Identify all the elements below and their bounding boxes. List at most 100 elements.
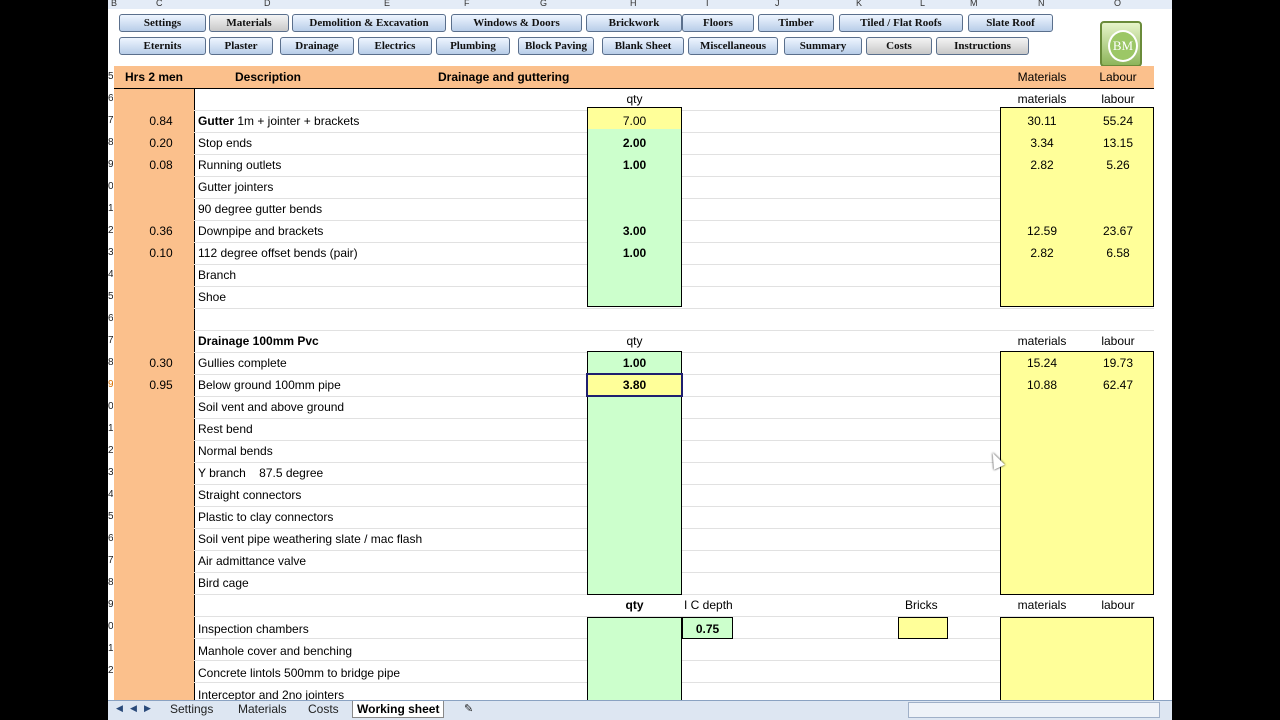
row-number[interactable]: 4 bbox=[108, 264, 113, 286]
row-number[interactable]: 0 bbox=[108, 396, 113, 418]
col-head[interactable]: N bbox=[1038, 0, 1045, 8]
col-head[interactable]: H bbox=[630, 0, 637, 8]
desc-cell[interactable]: Downpipe and brackets bbox=[198, 220, 323, 242]
row-number[interactable]: 8 bbox=[108, 572, 113, 594]
labour-cell[interactable]: 62.47 bbox=[1080, 374, 1156, 396]
hrs-cell[interactable]: 0.84 bbox=[118, 110, 204, 132]
tab-materials[interactable]: Materials bbox=[238, 701, 287, 717]
materials-cell[interactable]: 12.59 bbox=[1003, 220, 1081, 242]
row-number[interactable]: 8 bbox=[108, 352, 113, 374]
materials-cell[interactable]: 2.82 bbox=[1003, 154, 1081, 176]
materials-cell[interactable]: 3.34 bbox=[1003, 132, 1081, 154]
bricks-box[interactable] bbox=[898, 617, 948, 639]
desc-cell[interactable]: Running outlets bbox=[198, 154, 281, 176]
demolition-excavation-button[interactable]: Demolition & Excavation bbox=[292, 14, 446, 32]
timber-button[interactable]: Timber bbox=[758, 14, 834, 32]
tab-settings[interactable]: Settings bbox=[170, 701, 213, 717]
col-head[interactable]: J bbox=[775, 0, 780, 8]
row-number[interactable]: 2 bbox=[108, 660, 113, 682]
hrs-cell[interactable]: 0.20 bbox=[118, 132, 204, 154]
ic-depth-value[interactable]: 0.75 bbox=[682, 618, 733, 640]
tiled-flat-roofs-button[interactable]: Tiled / Flat Roofs bbox=[839, 14, 963, 32]
summary-button[interactable]: Summary bbox=[784, 37, 862, 55]
row-number[interactable]: 5 bbox=[108, 66, 113, 88]
row-number[interactable]: 1 bbox=[108, 638, 113, 660]
materials-cell[interactable]: 30.11 bbox=[1003, 110, 1081, 132]
row-number[interactable]: 5 bbox=[108, 506, 113, 528]
materials-button[interactable]: Materials bbox=[209, 14, 289, 32]
bm-logo[interactable]: BM bbox=[1100, 21, 1142, 67]
insert-sheet-icon[interactable]: ✎ bbox=[464, 701, 473, 717]
row-number[interactable]: 1 bbox=[108, 198, 113, 220]
col-head[interactable]: O bbox=[1114, 0, 1121, 8]
desc-cell[interactable]: Concrete lintols 500mm to bridge pipe bbox=[198, 662, 400, 684]
row-number[interactable]: 2 bbox=[108, 440, 113, 462]
tab-working-sheet[interactable]: Working sheet bbox=[352, 701, 445, 718]
row-number[interactable]: 6 bbox=[108, 308, 113, 330]
labour-cell[interactable]: 13.15 bbox=[1080, 132, 1156, 154]
row-number[interactable]: 8 bbox=[108, 132, 113, 154]
row-number[interactable]: 4 bbox=[108, 484, 113, 506]
row-number[interactable]: 9 bbox=[108, 154, 113, 176]
floors-button[interactable]: Floors bbox=[682, 14, 754, 32]
row-number[interactable]: 2 bbox=[108, 220, 113, 242]
hrs-cell[interactable]: 0.10 bbox=[118, 242, 204, 264]
desc-cell[interactable]: Bird cage bbox=[198, 572, 249, 594]
block-paving-button[interactable]: Block Paving bbox=[518, 37, 594, 55]
qty-cell[interactable]: 1.00 bbox=[587, 154, 682, 176]
row-number[interactable]: 9 bbox=[108, 594, 113, 616]
desc-cell[interactable]: 112 degree offset bends (pair) bbox=[198, 242, 358, 264]
qty-cell[interactable]: 7.00 bbox=[587, 110, 682, 132]
settings-button[interactable]: Settings bbox=[119, 14, 206, 32]
qty-cell-selected[interactable]: 3.80 bbox=[587, 374, 682, 396]
row-number[interactable]: 5 bbox=[108, 286, 113, 308]
horizontal-scrollbar[interactable] bbox=[908, 702, 1160, 718]
hrs-cell[interactable]: 0.08 bbox=[118, 154, 204, 176]
row-number[interactable]: 6 bbox=[108, 88, 113, 110]
labour-cell[interactable]: 19.73 bbox=[1080, 352, 1156, 374]
row-number-active[interactable]: 9 bbox=[108, 374, 113, 396]
slate-roof-button[interactable]: Slate Roof bbox=[968, 14, 1053, 32]
col-head[interactable]: C bbox=[156, 0, 163, 8]
desc-cell[interactable]: Stop ends bbox=[198, 132, 252, 154]
qty-cell[interactable]: 2.00 bbox=[587, 132, 682, 154]
desc-cell[interactable]: 90 degree gutter bends bbox=[198, 198, 322, 220]
col-head[interactable]: E bbox=[384, 0, 390, 8]
tab-nav-first-icon[interactable]: ◀ bbox=[116, 703, 123, 714]
labour-cell[interactable]: 5.26 bbox=[1080, 154, 1156, 176]
desc-cell[interactable]: Manhole cover and benching bbox=[198, 640, 352, 662]
materials-cell[interactable]: 10.88 bbox=[1003, 374, 1081, 396]
worksheet-grid[interactable]: 5 6 7 8 9 0 1 2 3 4 5 6 7 8 9 0 1 2 3 4 … bbox=[108, 66, 1172, 707]
desc-cell[interactable]: Gutter 1m + jointer + brackets bbox=[198, 110, 359, 132]
col-head[interactable]: B bbox=[111, 0, 117, 8]
qty-cell[interactable]: 1.00 bbox=[587, 242, 682, 264]
desc-cell[interactable]: Normal bends bbox=[198, 440, 273, 462]
col-head[interactable]: L bbox=[920, 0, 925, 8]
row-number[interactable]: 3 bbox=[108, 242, 113, 264]
blank-sheet-button[interactable]: Blank Sheet bbox=[602, 37, 684, 55]
col-head[interactable]: F bbox=[464, 0, 470, 8]
desc-cell[interactable]: Air admittance valve bbox=[198, 550, 306, 572]
row-number[interactable]: 7 bbox=[108, 550, 113, 572]
row-number[interactable]: 0 bbox=[108, 176, 113, 198]
desc-cell[interactable]: Branch bbox=[198, 264, 236, 286]
tab-costs[interactable]: Costs bbox=[308, 701, 339, 717]
qty-cell[interactable]: 1.00 bbox=[587, 352, 682, 374]
col-head[interactable]: I bbox=[706, 0, 709, 8]
desc-cell[interactable]: Soil vent pipe weathering slate / mac fl… bbox=[198, 528, 422, 550]
instructions-button[interactable]: Instructions bbox=[936, 37, 1029, 55]
brickwork-button[interactable]: Brickwork bbox=[586, 14, 682, 32]
desc-cell[interactable]: Below ground 100mm pipe bbox=[198, 374, 341, 396]
col-head[interactable]: G bbox=[540, 0, 547, 8]
desc-cell[interactable]: Straight connectors bbox=[198, 484, 301, 506]
row-number[interactable]: 0 bbox=[108, 616, 113, 638]
desc-cell[interactable]: Y branch 87.5 degree bbox=[198, 462, 323, 484]
tab-nav-prev-icon[interactable]: ◀ bbox=[130, 703, 137, 714]
materials-cell[interactable]: 2.82 bbox=[1003, 242, 1081, 264]
costs-button[interactable]: Costs bbox=[866, 37, 932, 55]
tab-nav-next-icon[interactable]: ▶ bbox=[144, 703, 151, 714]
plaster-button[interactable]: Plaster bbox=[209, 37, 273, 55]
hrs-cell[interactable]: 0.95 bbox=[118, 374, 204, 396]
materials-cell[interactable]: 15.24 bbox=[1003, 352, 1081, 374]
hrs-cell[interactable]: 0.36 bbox=[118, 220, 204, 242]
